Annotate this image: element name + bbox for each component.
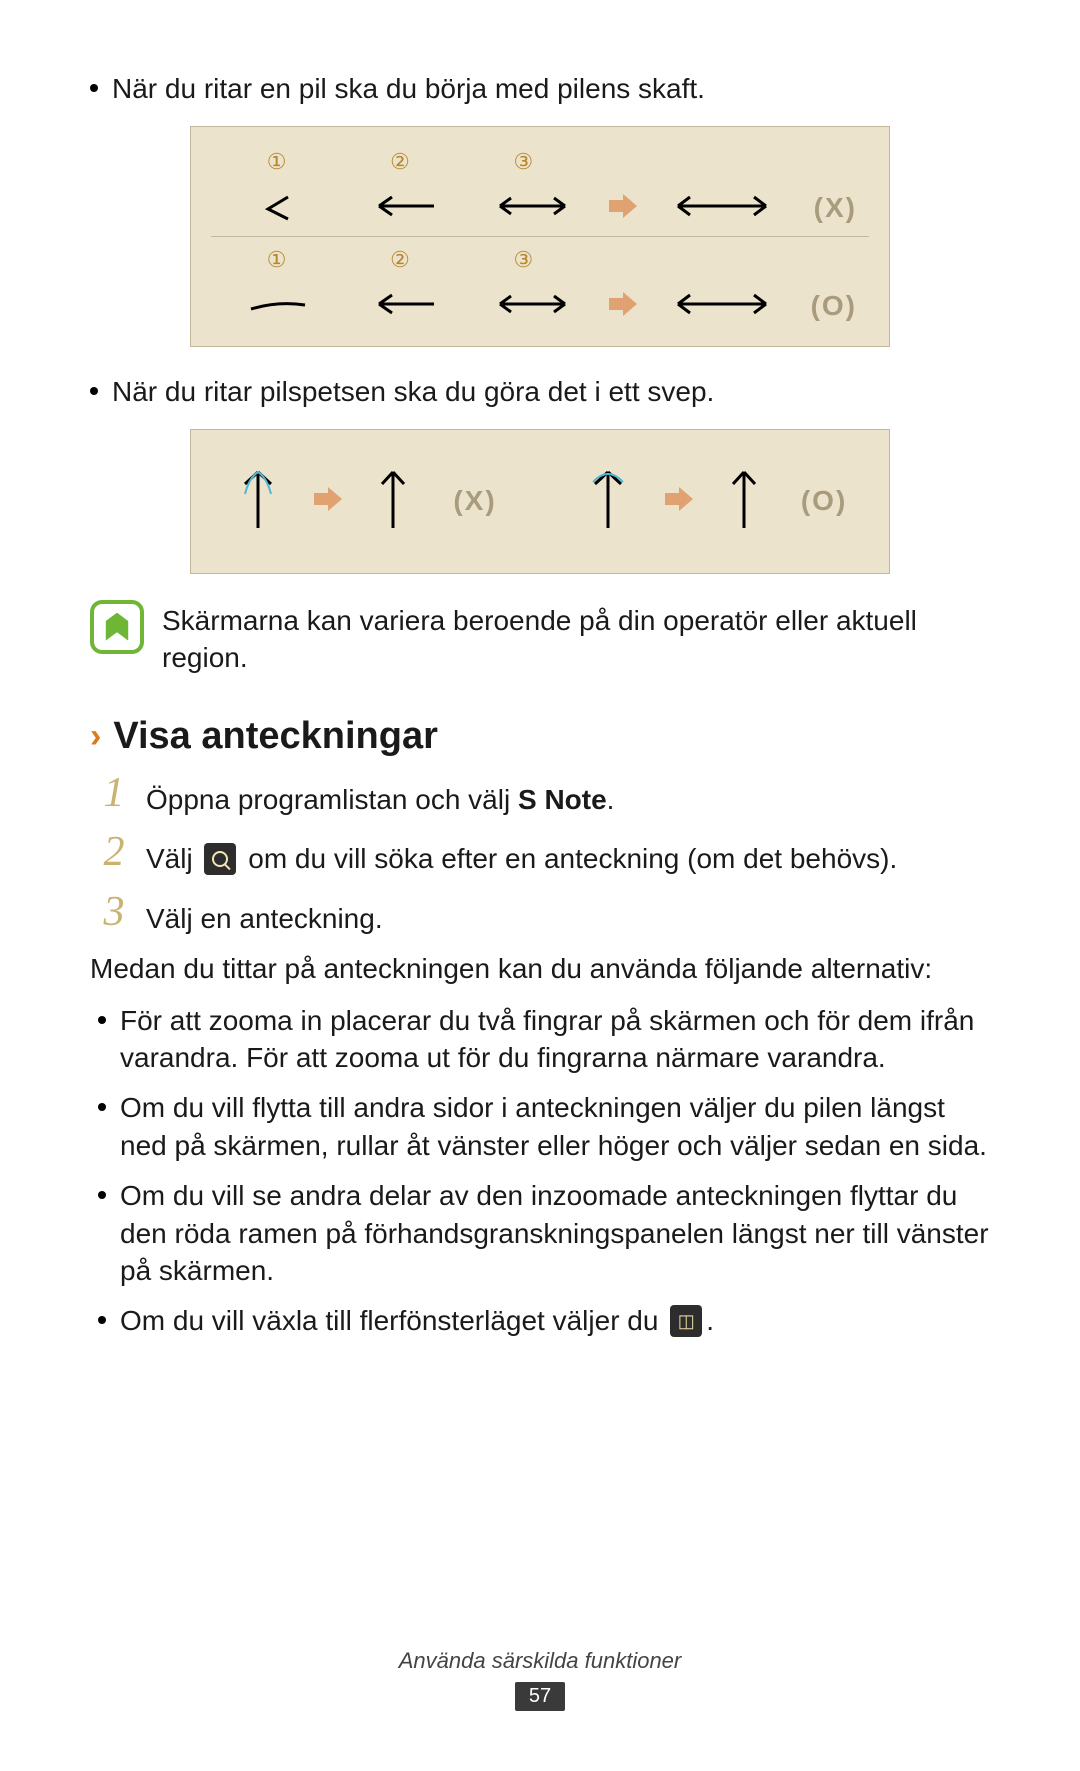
bullet-text: Om du vill se andra delar av den inzooma… <box>120 1177 990 1290</box>
bullet-item: När du ritar en pil ska du börja med pil… <box>90 70 990 108</box>
search-icon <box>204 843 236 875</box>
bullet-item: När du ritar pilspetsen ska du göra det … <box>90 373 990 411</box>
stroke-icon <box>223 191 333 226</box>
bullet-item: För att zooma in placerar du två fingrar… <box>90 1002 990 1078</box>
bullet-icon <box>98 1191 106 1199</box>
chevron-icon: › <box>90 717 101 756</box>
label-o: (O) <box>797 290 857 322</box>
note-icon <box>90 600 144 654</box>
bullet-text: Om du vill flytta till andra sidor i ant… <box>120 1089 990 1165</box>
footer-text: Använda särskilda funktioner <box>0 1648 1080 1674</box>
section-title: Visa anteckningar <box>113 715 438 758</box>
step-text: Öppna programlistan och välj S Note. <box>146 772 614 819</box>
step-item: 3 Välj en anteckning. <box>90 891 990 938</box>
orange-arrow-icon <box>661 484 697 519</box>
bullet-text: Om du vill växla till flerfönsterläget v… <box>120 1302 990 1340</box>
stroke-icon <box>583 464 633 539</box>
step-marker: ① <box>222 247 332 273</box>
bullet-icon <box>98 1316 106 1324</box>
stroke-icon <box>349 191 459 226</box>
step-marker: ② <box>345 247 455 273</box>
result-icon <box>724 464 764 539</box>
bullet-item: Om du vill se andra delar av den inzooma… <box>90 1177 990 1290</box>
multiwindow-icon: ◫ <box>670 1305 702 1337</box>
orange-arrow-icon <box>310 484 346 519</box>
step-marker: ③ <box>468 247 578 273</box>
step-marker: ① <box>222 149 332 175</box>
bullet-text: När du ritar en pil ska du börja med pil… <box>112 70 990 108</box>
bullet-item: Om du vill växla till flerfönsterläget v… <box>90 1302 990 1340</box>
bullet-text: För att zooma in placerar du två fingrar… <box>120 1002 990 1078</box>
stroke-icon <box>223 289 333 324</box>
step-item: 2 Välj om du vill söka efter en anteckni… <box>90 831 990 878</box>
bullet-icon <box>98 1103 106 1111</box>
label-o: (O) <box>787 485 847 517</box>
bullet-icon <box>90 387 98 395</box>
stroke-icon <box>349 289 459 324</box>
page-footer: Använda särskilda funktioner 57 <box>0 1648 1080 1711</box>
step-marker: ② <box>345 149 455 175</box>
bullet-text: När du ritar pilspetsen ska du göra det … <box>112 373 990 411</box>
stroke-icon <box>475 289 585 324</box>
result-icon <box>373 464 413 539</box>
section-heading: › Visa anteckningar <box>90 715 990 758</box>
page-number: 57 <box>515 1682 565 1711</box>
bullet-icon <box>90 84 98 92</box>
result-icon <box>661 191 781 226</box>
bullet-icon <box>98 1016 106 1024</box>
step-text: Välj en anteckning. <box>146 891 383 938</box>
step-number: 1 <box>90 772 138 814</box>
label-x: (X) <box>797 192 857 224</box>
diagram-arrowhead: (X) (O) <box>190 429 890 574</box>
info-note: Skärmarna kan variera beroende på din op… <box>90 600 990 678</box>
step-marker: ③ <box>468 149 578 175</box>
step-item: 1 Öppna programlistan och välj S Note. <box>90 772 990 819</box>
step-text: Välj om du vill söka efter en anteckning… <box>146 831 897 878</box>
step-number: 3 <box>90 891 138 933</box>
orange-arrow-icon <box>605 289 641 324</box>
info-text: Skärmarna kan variera beroende på din op… <box>162 600 990 678</box>
stroke-icon <box>475 191 585 226</box>
paragraph: Medan du tittar på anteckningen kan du a… <box>90 950 990 988</box>
label-x: (X) <box>437 485 497 517</box>
bullet-item: Om du vill flytta till andra sidor i ant… <box>90 1089 990 1165</box>
orange-arrow-icon <box>605 191 641 226</box>
step-number: 2 <box>90 831 138 873</box>
stroke-icon <box>233 464 283 539</box>
diagram-arrow-shaft: ① ② ③ (X) ① ② ③ <box>190 126 890 347</box>
result-icon <box>661 289 781 324</box>
